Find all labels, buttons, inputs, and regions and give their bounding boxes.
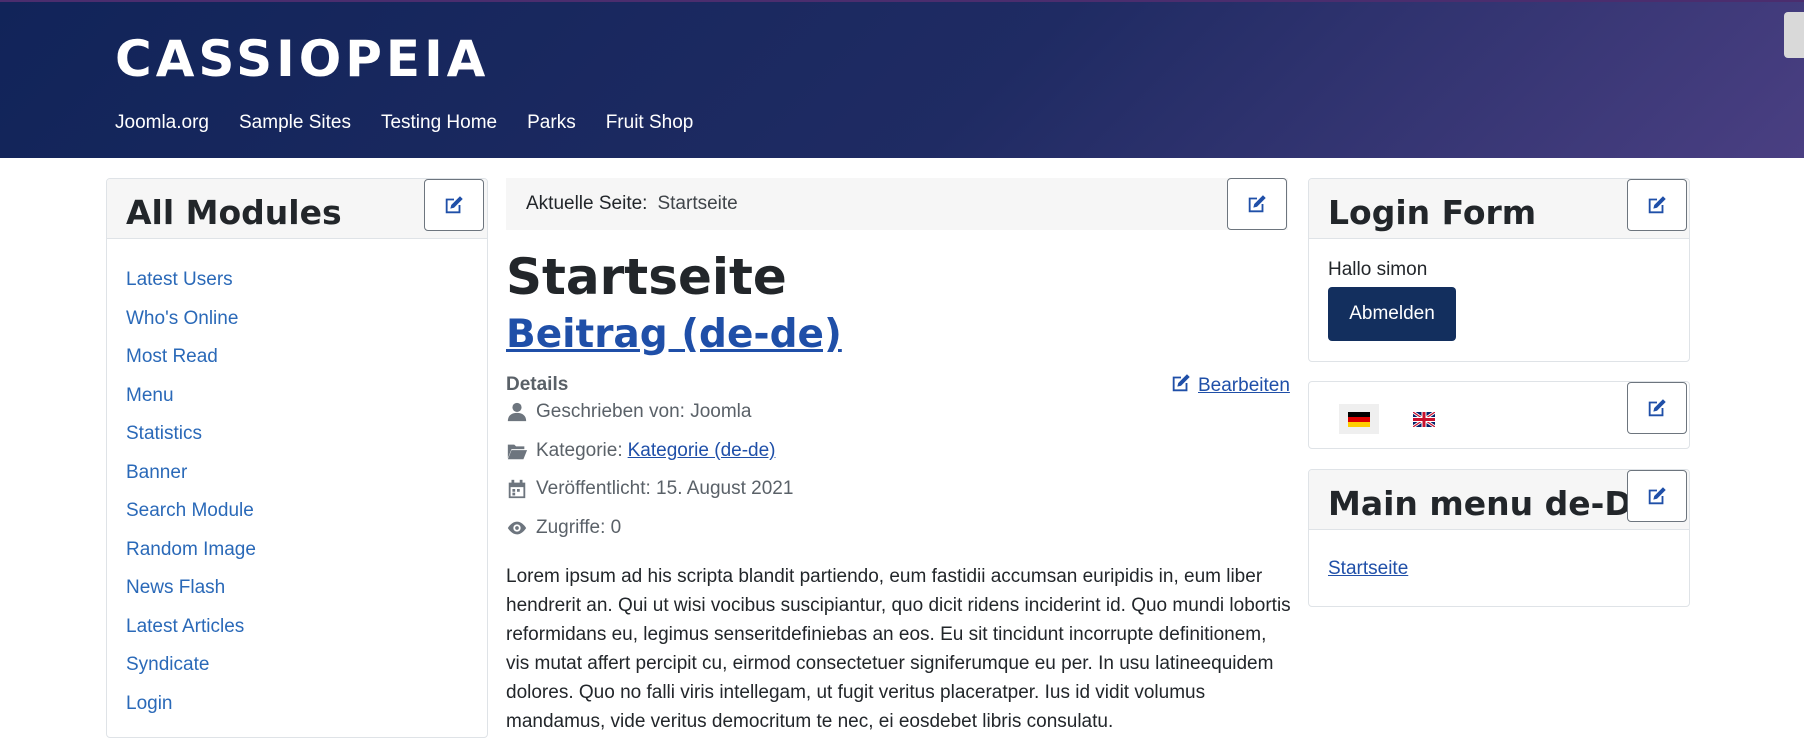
list-item: Menu xyxy=(126,385,256,424)
article-hits: Zugriffe: 0 xyxy=(506,517,621,539)
edit-main-menu-button[interactable] xyxy=(1627,470,1687,522)
site-header: CASSIOPEIA Joomla.org Sample Sites Testi… xyxy=(0,0,1804,158)
link-whos-online[interactable]: Who's Online xyxy=(126,308,238,329)
edit-article-label[interactable]: Bearbeiten xyxy=(1198,375,1290,396)
link-latest-articles[interactable]: Latest Articles xyxy=(126,616,244,637)
breadcrumb: Aktuelle Seite: Startseite xyxy=(506,178,1288,230)
site-brand[interactable]: CASSIOPEIA xyxy=(115,30,489,88)
list-item: Syndicate xyxy=(126,654,256,693)
link-syndicate[interactable]: Syndicate xyxy=(126,654,209,675)
link-most-read[interactable]: Most Read xyxy=(126,346,218,367)
edit-login-button[interactable] xyxy=(1627,179,1687,231)
nav-parks[interactable]: Parks xyxy=(527,112,576,134)
article-published: Veröffentlicht: 15. August 2021 xyxy=(506,478,793,500)
nav-fruit-shop[interactable]: Fruit Shop xyxy=(606,112,694,134)
article-category: Kategorie: Kategorie (de-de) xyxy=(506,440,776,462)
breadcrumb-label: Aktuelle Seite: xyxy=(526,193,648,214)
all-modules-card: All Modules Latest Users Who's Online Mo… xyxy=(106,178,488,738)
list-item: Login xyxy=(126,693,256,732)
breadcrumb-text: Aktuelle Seite: Startseite xyxy=(526,193,738,215)
calendar-icon xyxy=(508,479,526,499)
list-item: News Flash xyxy=(126,577,256,616)
article-title: Beitrag (de-de) xyxy=(506,312,842,357)
author-text: Geschrieben von: Joomla xyxy=(536,401,752,422)
uk-flag-icon xyxy=(1413,411,1435,427)
edit-icon xyxy=(1648,487,1666,505)
edit-icon xyxy=(445,196,463,214)
article-body: Lorem ipsum ad his scripta blandit parti… xyxy=(506,566,1291,732)
folder-open-icon xyxy=(507,444,528,460)
user-icon xyxy=(507,402,527,422)
list-item: Latest Users xyxy=(126,269,256,308)
link-news-flash[interactable]: News Flash xyxy=(126,577,225,598)
article-author: Geschrieben von: Joomla xyxy=(506,401,751,423)
eye-icon xyxy=(507,521,527,535)
details-label: Details xyxy=(506,374,569,395)
nav-sample-sites[interactable]: Sample Sites xyxy=(239,112,351,134)
list-item: Most Read xyxy=(126,346,256,385)
link-banner[interactable]: Banner xyxy=(126,462,187,483)
edit-language-button[interactable] xyxy=(1627,382,1687,434)
login-form-title: Login Form xyxy=(1328,193,1537,232)
german-flag-icon xyxy=(1348,411,1370,427)
logout-button[interactable]: Abmelden xyxy=(1328,287,1456,341)
main-menu-title: Main menu de-DE xyxy=(1328,484,1655,523)
greeting-text: Hallo simon xyxy=(1328,259,1428,280)
category-label: Kategorie: xyxy=(536,440,623,461)
edit-icon xyxy=(1648,196,1666,214)
category-link[interactable]: Kategorie (de-de) xyxy=(628,440,776,462)
flag-de-button[interactable] xyxy=(1339,404,1379,434)
scrollbar-thumb[interactable] xyxy=(1784,12,1804,58)
list-item: Latest Articles xyxy=(126,616,256,655)
link-search-module[interactable]: Search Module xyxy=(126,500,254,521)
published-text: Veröffentlicht: 15. August 2021 xyxy=(536,478,794,499)
link-menu[interactable]: Menu xyxy=(126,385,174,406)
edit-article-link[interactable]: Bearbeiten xyxy=(1170,372,1290,397)
edit-icon xyxy=(1172,374,1190,392)
list-item: Random Image xyxy=(126,539,256,578)
link-login[interactable]: Login xyxy=(126,693,173,714)
edit-all-modules-button[interactable] xyxy=(424,179,484,231)
all-modules-title: All Modules xyxy=(126,193,342,232)
top-navigation: Joomla.org Sample Sites Testing Home Par… xyxy=(115,112,723,134)
page-title: Startseite xyxy=(506,248,787,306)
list-item: Statistics xyxy=(126,423,256,462)
edit-breadcrumb-button[interactable] xyxy=(1227,178,1287,230)
nav-joomla-org[interactable]: Joomla.org xyxy=(115,112,209,134)
breadcrumb-current: Startseite xyxy=(657,193,738,214)
main-menu-startseite-link[interactable]: Startseite xyxy=(1328,558,1408,580)
link-random-image[interactable]: Random Image xyxy=(126,539,256,560)
flag-gb-button[interactable] xyxy=(1404,404,1444,434)
list-item: Who's Online xyxy=(126,308,256,347)
nav-testing-home[interactable]: Testing Home xyxy=(381,112,497,134)
edit-icon xyxy=(1248,195,1266,213)
list-item: Search Module xyxy=(126,500,256,539)
modules-list: Latest Users Who's Online Most Read Menu… xyxy=(126,269,256,731)
link-latest-users[interactable]: Latest Users xyxy=(126,269,233,290)
list-item: Banner xyxy=(126,462,256,501)
hits-text: Zugriffe: 0 xyxy=(536,517,622,538)
edit-icon xyxy=(1648,399,1666,417)
article-title-link[interactable]: Beitrag (de-de) xyxy=(506,312,842,357)
link-statistics[interactable]: Statistics xyxy=(126,423,202,444)
